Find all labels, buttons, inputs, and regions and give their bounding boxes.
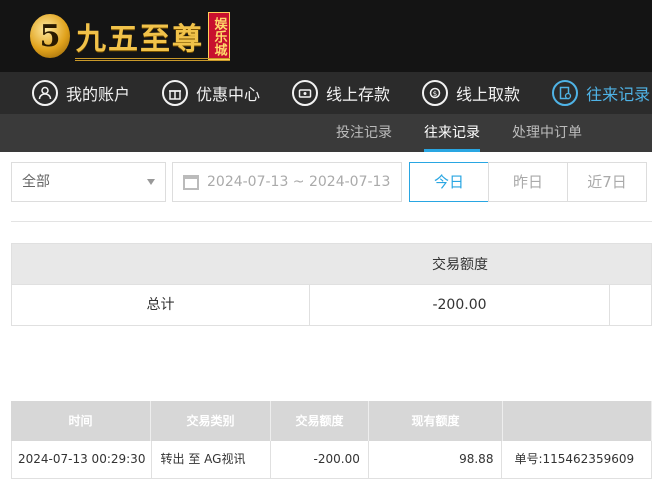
records-icon	[552, 80, 579, 106]
col-time: 时间	[11, 401, 151, 441]
date-range-input[interactable]: 2024-07-13 ~ 2024-07-13	[172, 162, 402, 202]
col-order	[503, 401, 652, 441]
yesterday-button[interactable]: 昨日	[488, 162, 568, 202]
today-button[interactable]: 今日	[409, 162, 489, 202]
chevron-down-icon	[147, 179, 155, 185]
nav-item-deposit[interactable]: 线上存款	[292, 72, 390, 114]
row-time: 2024-07-13 00:29:30	[12, 441, 152, 478]
nav-label: 线上取款	[456, 85, 521, 104]
col-balance: 现有额度	[369, 401, 503, 441]
nav-item-account[interactable]: 我的账户	[32, 72, 130, 114]
row-amount: -200.00	[271, 441, 369, 478]
type-select[interactable]: 全部	[11, 162, 166, 202]
summary-total-label: 总计	[12, 285, 310, 325]
nav-item-withdraw[interactable]: $ 线上取款	[422, 72, 520, 114]
user-icon	[32, 80, 58, 106]
logo-ornament	[75, 58, 230, 61]
summary-header: 交易额度	[11, 243, 652, 285]
gift-icon	[162, 80, 189, 106]
type-select-value: 全部	[22, 174, 50, 190]
nav-item-records[interactable]: 往来记录	[552, 72, 650, 114]
brand-logo[interactable]: 5 九五至尊 娱乐城	[30, 8, 230, 64]
summary-amount-header: 交易额度	[432, 257, 488, 273]
row-order-number: 单号:115462359609	[514, 452, 635, 466]
main-nav: 我的账户 优惠中心 线上存款 $ 线上取款 往来记录	[0, 72, 652, 114]
logo-mark-icon: 5	[30, 14, 70, 58]
tab-transaction-records[interactable]: 往来记录	[424, 114, 480, 152]
svg-text:$: $	[433, 90, 437, 98]
sub-nav: 投注记录 往来记录 处理中订单	[0, 114, 652, 152]
calendar-icon	[183, 175, 199, 190]
col-type: 交易类别	[151, 401, 271, 441]
last-7-days-button[interactable]: 近7日	[567, 162, 647, 202]
col-amount: 交易额度	[271, 401, 369, 441]
nav-label: 线上存款	[326, 85, 391, 104]
row-balance: 98.88	[369, 441, 503, 478]
withdraw-icon: $	[422, 80, 449, 106]
tab-pending-orders[interactable]: 处理中订单	[512, 114, 582, 152]
date-range-value: 2024-07-13 ~ 2024-07-13	[207, 174, 391, 190]
detail-table-header: 时间 交易类别 交易额度 现有额度	[11, 401, 652, 441]
tab-bet-records[interactable]: 投注记录	[336, 114, 392, 152]
brand-name: 九五至尊	[76, 22, 204, 57]
summary-row: 总计 -200.00	[11, 285, 652, 326]
divider	[11, 221, 652, 222]
table-row: 2024-07-13 00:29:30 转出 至 AG视讯 -200.00 98…	[11, 441, 652, 479]
nav-label: 往来记录	[586, 85, 651, 104]
nav-label: 我的账户	[66, 85, 131, 104]
summary-total-value: -200.00	[310, 285, 610, 325]
nav-item-promotions[interactable]: 优惠中心	[162, 72, 260, 114]
nav-label: 优惠中心	[196, 85, 261, 104]
row-type: 转出 至 AG视讯	[152, 441, 272, 478]
deposit-icon	[292, 80, 319, 106]
brand-badge: 娱乐城	[208, 12, 230, 60]
site-header: 5 九五至尊 娱乐城	[0, 0, 652, 72]
